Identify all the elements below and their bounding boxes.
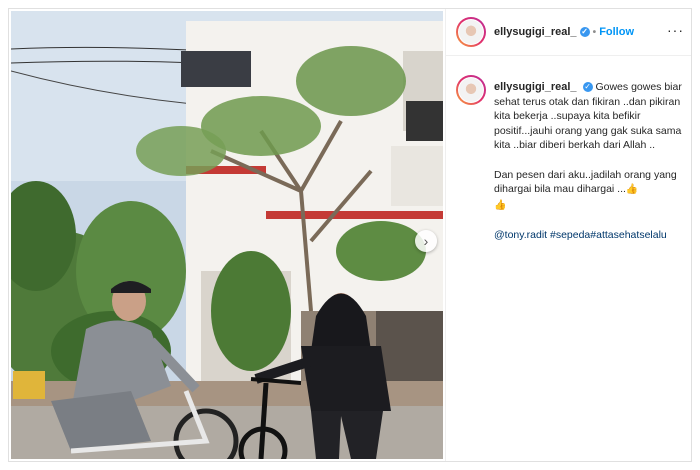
chevron-right-icon: › bbox=[423, 233, 429, 249]
post-photo[interactable]: › bbox=[11, 11, 443, 459]
instagram-post: › ellysugigi_real_ ✓ • Follow ··· ellysug… bbox=[8, 8, 692, 462]
caption-text-2: Dan pesen dari aku..jadilah orang yang d… bbox=[494, 168, 677, 196]
thumbs-up-icon-2: 👍 bbox=[494, 199, 507, 211]
separator-dot: • bbox=[592, 27, 597, 38]
header-username-row: ellysugigi_real_ ✓ • Follow bbox=[494, 26, 634, 38]
post-header: ellysugigi_real_ ✓ • Follow ··· bbox=[446, 9, 691, 56]
caption-tags[interactable]: @tony.radit #sepeda#attasehatselalu bbox=[494, 229, 667, 241]
more-options-icon[interactable]: ··· bbox=[667, 22, 684, 38]
caption-avatar[interactable] bbox=[456, 75, 486, 105]
photo-scene bbox=[11, 11, 443, 459]
caption-verified-badge-icon: ✓ bbox=[582, 82, 593, 93]
post-caption: ellysugigi_real_ ✓ Gowes gowes biar sehat… bbox=[494, 80, 682, 243]
caption-username[interactable]: ellysugigi_real_ bbox=[494, 81, 577, 93]
avatar[interactable] bbox=[456, 17, 486, 47]
thumbs-up-icon: 👍 bbox=[625, 184, 639, 195]
follow-button[interactable]: Follow bbox=[599, 26, 634, 38]
next-photo-button[interactable]: › bbox=[415, 230, 437, 252]
post-sidebar: ellysugigi_real_ ✓ • Follow ··· ellysugig… bbox=[445, 9, 691, 461]
verified-badge-icon: ✓ bbox=[579, 27, 590, 38]
header-username[interactable]: ellysugigi_real_ bbox=[494, 26, 577, 38]
